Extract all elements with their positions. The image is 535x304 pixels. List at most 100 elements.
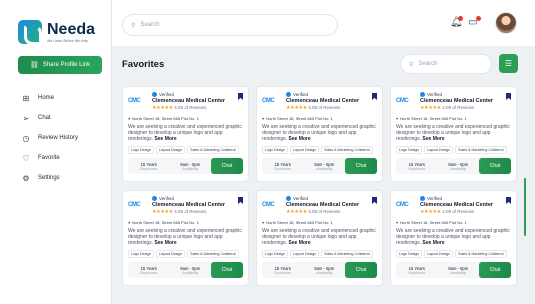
description: We are seeking a creative and experience… bbox=[128, 124, 243, 143]
card-footer: 15 Years Experience 9am - 5pm Availabili… bbox=[128, 158, 243, 174]
sidebar-item-settings[interactable]: ⚙ Settings bbox=[20, 168, 78, 188]
chat-button[interactable]: Chat bbox=[479, 262, 511, 278]
description-text: We are seeking a creative and experience… bbox=[128, 228, 242, 247]
verified-badge: Verified bbox=[152, 92, 238, 97]
address-text: North Street 18, Street 665 Plot No. 1 bbox=[266, 220, 333, 225]
sidebar-item-favorite[interactable]: ♡ Favorite bbox=[20, 148, 78, 168]
clock-icon: ◷ bbox=[22, 133, 30, 143]
verified-label: Verified bbox=[159, 196, 175, 201]
sidebar-nav: ⊞ Home ➢ Chat ◷ Review History ♡ Favorit… bbox=[20, 88, 78, 188]
see-more-link[interactable]: See More bbox=[422, 136, 444, 142]
location-pin-icon: ⌖ bbox=[128, 220, 131, 225]
tag-list: Logo Design Layout Design Sales & Market… bbox=[262, 146, 377, 154]
tag: Logo Design bbox=[262, 146, 289, 154]
brand-logo[interactable]: Needa We Listen Before We Help bbox=[18, 20, 95, 45]
experience-stat: 15 Years Experience bbox=[396, 266, 438, 275]
tag: Logo Design bbox=[262, 250, 289, 258]
description-text: We are seeking a creative and experience… bbox=[262, 228, 376, 247]
availability-stat: 9am - 5pm Availability bbox=[438, 266, 480, 275]
provider-name[interactable]: Clemenceau Medical Center bbox=[286, 98, 372, 104]
tag-list: Logo Design Layout Design Sales & Market… bbox=[128, 250, 243, 258]
provider-card[interactable]: CMC Verified Clemenceau Medical Center ★… bbox=[390, 86, 517, 182]
chat-button[interactable]: Chat bbox=[211, 158, 243, 174]
cmc-logo: CMC bbox=[128, 98, 141, 104]
favorites-search-input[interactable]: ⚲ Search bbox=[400, 54, 492, 74]
provider-name[interactable]: Clemenceau Medical Center bbox=[286, 202, 372, 208]
experience-label: Experience bbox=[408, 166, 426, 171]
see-more-link[interactable]: See More bbox=[288, 136, 310, 142]
star-rating-icon: ★★★★★ bbox=[420, 209, 441, 215]
chat-button[interactable]: Chat bbox=[479, 158, 511, 174]
verified-check-icon bbox=[286, 92, 291, 97]
see-more-link[interactable]: See More bbox=[422, 240, 444, 246]
bookmark-icon[interactable] bbox=[238, 197, 243, 204]
rating-text: 4.09 of Reviews bbox=[308, 209, 341, 214]
description-text: We are seeking a creative and experience… bbox=[396, 124, 510, 143]
address-text: North Street 18, Street 665 Plot No. 1 bbox=[400, 220, 467, 225]
send-icon: ➢ bbox=[22, 113, 30, 123]
availability-label: Availability bbox=[450, 166, 467, 171]
provider-name[interactable]: Clemenceau Medical Center bbox=[152, 202, 238, 208]
tag: Sales & Marketing Collateral bbox=[455, 146, 507, 154]
description: We are seeking a creative and experience… bbox=[262, 124, 377, 143]
sidebar-item-review-history[interactable]: ◷ Review History bbox=[20, 128, 79, 148]
see-more-link[interactable]: See More bbox=[154, 136, 176, 142]
sidebar-item-chat[interactable]: ➢ Chat bbox=[20, 108, 78, 128]
rating-text: 4.09 of Reviews bbox=[442, 209, 475, 214]
tag: Layout Design bbox=[424, 250, 454, 258]
provider-name[interactable]: Clemenceau Medical Center bbox=[420, 98, 506, 104]
tag: Sales & Marketing Collateral bbox=[321, 250, 373, 258]
card-footer: 15 Years Experience 9am - 5pm Availabili… bbox=[396, 262, 511, 278]
availability-stat: 9am - 5pm Availability bbox=[170, 266, 212, 275]
address-text: North Street 18, Street 665 Plot No. 1 bbox=[266, 116, 333, 121]
scrollbar[interactable] bbox=[524, 178, 526, 236]
card-footer: 15 Years Experience 9am - 5pm Availabili… bbox=[262, 158, 377, 174]
see-more-link[interactable]: See More bbox=[288, 240, 310, 246]
global-search-input[interactable]: ⚲ Search bbox=[122, 14, 338, 36]
verified-check-icon bbox=[420, 92, 425, 97]
chat-button[interactable]: Chat bbox=[345, 158, 377, 174]
provider-name[interactable]: Clemenceau Medical Center bbox=[152, 98, 238, 104]
share-profile-link-button[interactable]: ⛓ Share Profile Link bbox=[18, 56, 102, 74]
provider-name[interactable]: Clemenceau Medical Center bbox=[420, 202, 506, 208]
brand-tagline: We Listen Before We Help bbox=[47, 38, 89, 43]
avatar[interactable] bbox=[495, 12, 517, 34]
bookmark-icon[interactable] bbox=[372, 197, 377, 204]
sidebar-item-home[interactable]: ⊞ Home bbox=[20, 88, 78, 108]
sidebar-item-label: Home bbox=[38, 95, 55, 101]
search-icon: ⚲ bbox=[409, 61, 414, 68]
provider-card[interactable]: CMC Verified Clemenceau Medical Center ★… bbox=[122, 190, 249, 286]
bookmark-icon[interactable] bbox=[372, 93, 377, 100]
availability-stat: 9am - 5pm Availability bbox=[438, 162, 480, 171]
address-text: North Street 18, Street 665 Plot No. 1 bbox=[132, 220, 199, 225]
verified-check-icon bbox=[152, 196, 157, 201]
notification-dot bbox=[458, 16, 463, 21]
bookmark-icon[interactable] bbox=[506, 93, 511, 100]
sidebar-item-label: Settings bbox=[38, 175, 60, 181]
bookmark-icon[interactable] bbox=[238, 93, 243, 100]
filter-icon: ☰ bbox=[504, 59, 513, 68]
grid-icon: ⊞ bbox=[22, 93, 30, 103]
provider-card[interactable]: CMC Verified Clemenceau Medical Center ★… bbox=[390, 190, 517, 286]
message-dot bbox=[476, 16, 481, 21]
rating: ★★★★★ 4.09 of Reviews bbox=[152, 209, 238, 215]
see-more-link[interactable]: See More bbox=[154, 240, 176, 246]
experience-stat: 15 Years Experience bbox=[396, 162, 438, 171]
provider-card[interactable]: CMC Verified Clemenceau Medical Center ★… bbox=[256, 190, 383, 286]
star-rating-icon: ★★★★★ bbox=[286, 209, 307, 215]
bookmark-icon[interactable] bbox=[506, 197, 511, 204]
chat-button[interactable]: Chat bbox=[211, 262, 243, 278]
rating: ★★★★★ 4.09 of Reviews bbox=[286, 209, 372, 215]
filter-button[interactable]: ☰ bbox=[499, 54, 518, 73]
experience-stat: 15 Years Experience bbox=[128, 162, 170, 171]
experience-label: Experience bbox=[274, 270, 292, 275]
share-icon: ⛓ bbox=[29, 62, 39, 69]
provider-card[interactable]: CMC Verified Clemenceau Medical Center ★… bbox=[256, 86, 383, 182]
experience-stat: 15 Years Experience bbox=[262, 162, 304, 171]
rating-text: 4.09 of Reviews bbox=[174, 105, 207, 110]
chat-button[interactable]: Chat bbox=[345, 262, 377, 278]
description-text: We are seeking a creative and experience… bbox=[396, 228, 510, 247]
provider-card[interactable]: CMC Verified Clemenceau Medical Center ★… bbox=[122, 86, 249, 182]
location-pin-icon: ⌖ bbox=[396, 220, 399, 225]
address: ⌖ North Street 18, Street 665 Plot No. 1 bbox=[262, 220, 377, 225]
